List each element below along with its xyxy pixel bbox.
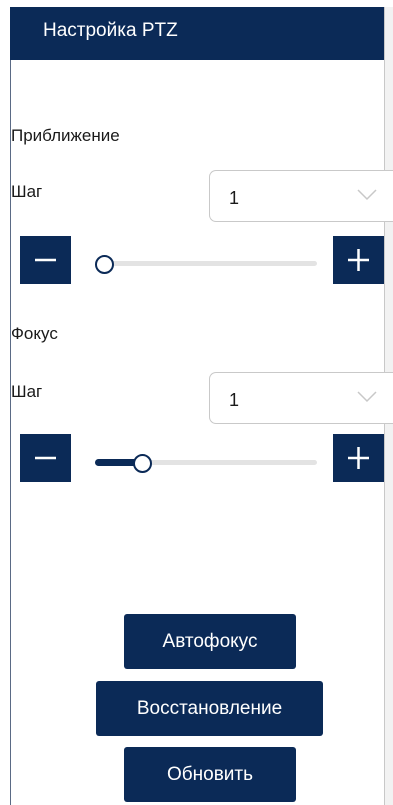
zoom-step-label: Шаг xyxy=(11,182,43,201)
scrollbar-top xyxy=(384,7,393,60)
focus-far-button[interactable] xyxy=(333,434,384,482)
focus-near-button[interactable] xyxy=(20,434,71,482)
zoom-step-select[interactable]: 1 xyxy=(209,170,393,222)
focus-slider-thumb[interactable] xyxy=(133,454,152,473)
zoom-slider-thumb[interactable] xyxy=(95,255,114,274)
chevron-down-icon xyxy=(357,189,377,201)
zoom-step-value: 1 xyxy=(229,188,240,208)
zoom-slider-track xyxy=(95,261,317,266)
zoom-out-button[interactable] xyxy=(20,236,71,284)
autofocus-button[interactable]: Автофокус xyxy=(124,614,296,669)
refresh-button[interactable]: Обновить xyxy=(124,747,296,802)
minus-icon xyxy=(35,258,56,262)
panel-header: Настройка PTZ xyxy=(10,7,384,60)
panel-title: Настройка PTZ xyxy=(43,20,178,41)
minus-icon xyxy=(35,456,56,460)
restore-button[interactable]: Восстановление xyxy=(96,681,323,736)
plus-icon xyxy=(348,447,369,469)
focus-step-value: 1 xyxy=(229,390,240,410)
panel-left-border xyxy=(10,60,11,805)
ptz-settings-panel: Настройка PTZ Приближение Шаг 1 Фокус Ша… xyxy=(0,0,393,805)
focus-slider[interactable] xyxy=(95,451,317,475)
chevron-down-icon xyxy=(357,391,377,403)
zoom-in-button[interactable] xyxy=(333,236,384,284)
focus-section-label: Фокус xyxy=(11,324,58,343)
focus-step-select[interactable]: 1 xyxy=(209,372,393,424)
zoom-section-label: Приближение xyxy=(11,126,120,145)
plus-icon xyxy=(348,249,369,271)
zoom-slider[interactable] xyxy=(95,252,317,276)
focus-step-label: Шаг xyxy=(11,382,43,401)
